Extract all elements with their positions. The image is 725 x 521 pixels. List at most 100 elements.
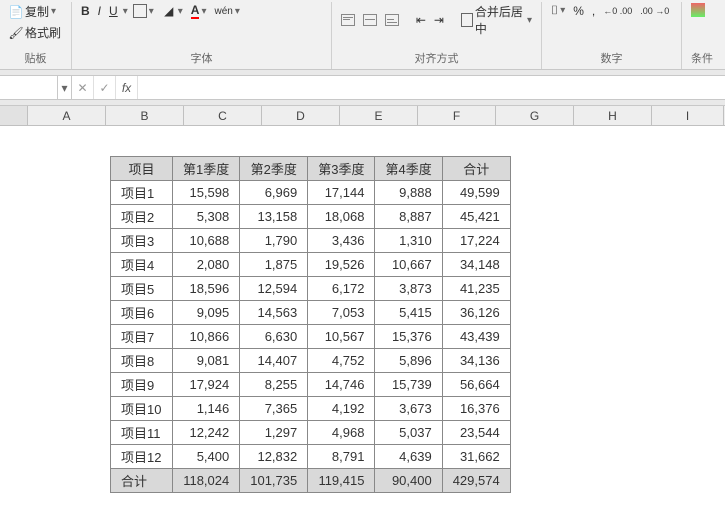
table-cell[interactable]: 36,126 bbox=[442, 301, 510, 325]
table-cell[interactable]: 13,158 bbox=[240, 205, 308, 229]
column-header-H[interactable]: H bbox=[574, 106, 652, 125]
table-cell[interactable]: 6,630 bbox=[240, 325, 308, 349]
conditional-format-button[interactable] bbox=[688, 2, 708, 18]
table-cell[interactable]: 5,037 bbox=[375, 421, 442, 445]
column-header-F[interactable]: F bbox=[418, 106, 496, 125]
table-cell[interactable]: 49,599 bbox=[442, 181, 510, 205]
table-header-cell[interactable]: 第1季度 bbox=[173, 157, 240, 181]
table-cell[interactable]: 41,235 bbox=[442, 277, 510, 301]
table-cell[interactable]: 10,866 bbox=[173, 325, 240, 349]
format-painter-button[interactable]: 🖌 格式刷 bbox=[6, 23, 64, 42]
table-cell[interactable]: 12,242 bbox=[173, 421, 240, 445]
table-cell[interactable]: 4,752 bbox=[308, 349, 375, 373]
table-cell[interactable]: 1,875 bbox=[240, 253, 308, 277]
row-label[interactable]: 项目5 bbox=[111, 277, 173, 301]
table-cell[interactable]: 5,308 bbox=[173, 205, 240, 229]
number-format-button[interactable]: ⌷▾ bbox=[548, 2, 568, 19]
table-cell[interactable]: 4,192 bbox=[308, 397, 375, 421]
name-box[interactable] bbox=[0, 76, 58, 99]
row-label[interactable]: 项目1 bbox=[111, 181, 173, 205]
total-cell[interactable]: 429,574 bbox=[442, 469, 510, 493]
table-cell[interactable]: 18,596 bbox=[173, 277, 240, 301]
total-cell[interactable]: 118,024 bbox=[173, 469, 240, 493]
table-cell[interactable]: 1,297 bbox=[240, 421, 308, 445]
table-cell[interactable]: 15,598 bbox=[173, 181, 240, 205]
table-cell[interactable]: 5,400 bbox=[173, 445, 240, 469]
table-cell[interactable]: 10,688 bbox=[173, 229, 240, 253]
decrease-indent-button[interactable]: ⇤ bbox=[413, 12, 429, 28]
table-cell[interactable]: 17,144 bbox=[308, 181, 375, 205]
fx-button[interactable]: fx bbox=[116, 76, 138, 99]
total-cell[interactable]: 119,415 bbox=[308, 469, 375, 493]
table-header-cell[interactable]: 第2季度 bbox=[240, 157, 308, 181]
table-cell[interactable]: 9,081 bbox=[173, 349, 240, 373]
table-cell[interactable]: 5,896 bbox=[375, 349, 442, 373]
row-label[interactable]: 项目6 bbox=[111, 301, 173, 325]
table-header-cell[interactable]: 合计 bbox=[442, 157, 510, 181]
table-cell[interactable]: 1,310 bbox=[375, 229, 442, 253]
table-cell[interactable]: 14,563 bbox=[240, 301, 308, 325]
table-cell[interactable]: 8,791 bbox=[308, 445, 375, 469]
table-cell[interactable]: 34,136 bbox=[442, 349, 510, 373]
column-header-B[interactable]: B bbox=[106, 106, 184, 125]
align-top-button[interactable] bbox=[338, 13, 358, 27]
column-header-D[interactable]: D bbox=[262, 106, 340, 125]
row-label[interactable]: 项目8 bbox=[111, 349, 173, 373]
table-cell[interactable]: 15,376 bbox=[375, 325, 442, 349]
increase-decimal-button[interactable]: ←0 .00 bbox=[600, 5, 635, 17]
increase-indent-button[interactable]: ⇥ bbox=[431, 12, 447, 28]
grid-area[interactable]: 项目第1季度第2季度第3季度第4季度合计 项目115,5986,96917,14… bbox=[0, 126, 725, 521]
merge-center-button[interactable]: 合并后居中 ▾ bbox=[458, 2, 535, 38]
table-cell[interactable]: 4,639 bbox=[375, 445, 442, 469]
table-cell[interactable]: 45,421 bbox=[442, 205, 510, 229]
table-cell[interactable]: 9,095 bbox=[173, 301, 240, 325]
table-cell[interactable]: 18,068 bbox=[308, 205, 375, 229]
table-cell[interactable]: 6,969 bbox=[240, 181, 308, 205]
italic-button[interactable]: I bbox=[95, 3, 104, 19]
table-header-cell[interactable]: 第3季度 bbox=[308, 157, 375, 181]
comma-button[interactable]: , bbox=[589, 3, 598, 19]
row-label[interactable]: 项目4 bbox=[111, 253, 173, 277]
underline-button[interactable]: U bbox=[106, 3, 121, 19]
select-all-corner[interactable] bbox=[0, 106, 28, 125]
table-header-cell[interactable]: 项目 bbox=[111, 157, 173, 181]
bold-button[interactable]: B bbox=[78, 3, 93, 19]
table-cell[interactable]: 2,080 bbox=[173, 253, 240, 277]
table-cell[interactable]: 4,968 bbox=[308, 421, 375, 445]
table-cell[interactable]: 16,376 bbox=[442, 397, 510, 421]
table-cell[interactable]: 6,172 bbox=[308, 277, 375, 301]
font-color-button[interactable]: A▾ bbox=[188, 2, 210, 20]
table-cell[interactable]: 7,053 bbox=[308, 301, 375, 325]
table-cell[interactable]: 1,146 bbox=[173, 397, 240, 421]
align-middle-button[interactable] bbox=[360, 13, 380, 27]
total-label[interactable]: 合计 bbox=[111, 469, 173, 493]
table-cell[interactable]: 17,924 bbox=[173, 373, 240, 397]
row-label[interactable]: 项目7 bbox=[111, 325, 173, 349]
table-cell[interactable]: 8,255 bbox=[240, 373, 308, 397]
row-label[interactable]: 项目11 bbox=[111, 421, 173, 445]
column-header-I[interactable]: I bbox=[652, 106, 724, 125]
column-header-G[interactable]: G bbox=[496, 106, 574, 125]
row-label[interactable]: 项目3 bbox=[111, 229, 173, 253]
table-cell[interactable]: 17,224 bbox=[442, 229, 510, 253]
table-cell[interactable]: 12,594 bbox=[240, 277, 308, 301]
table-cell[interactable]: 14,407 bbox=[240, 349, 308, 373]
table-cell[interactable]: 3,873 bbox=[375, 277, 442, 301]
column-header-A[interactable]: A bbox=[28, 106, 106, 125]
row-label[interactable]: 项目10 bbox=[111, 397, 173, 421]
cancel-formula-button[interactable]: ✕ bbox=[72, 76, 94, 99]
table-cell[interactable]: 34,148 bbox=[442, 253, 510, 277]
table-cell[interactable]: 31,662 bbox=[442, 445, 510, 469]
align-bottom-button[interactable] bbox=[382, 13, 402, 27]
table-cell[interactable]: 19,526 bbox=[308, 253, 375, 277]
table-cell[interactable]: 23,544 bbox=[442, 421, 510, 445]
column-header-E[interactable]: E bbox=[340, 106, 418, 125]
table-cell[interactable]: 56,664 bbox=[442, 373, 510, 397]
column-header-C[interactable]: C bbox=[184, 106, 262, 125]
copy-button[interactable]: 📄 复制 ▾ bbox=[6, 2, 59, 21]
table-cell[interactable]: 5,415 bbox=[375, 301, 442, 325]
formula-input[interactable] bbox=[138, 76, 725, 99]
table-cell[interactable]: 9,888 bbox=[375, 181, 442, 205]
table-cell[interactable]: 1,790 bbox=[240, 229, 308, 253]
border-button[interactable]: ▾ bbox=[130, 3, 157, 19]
